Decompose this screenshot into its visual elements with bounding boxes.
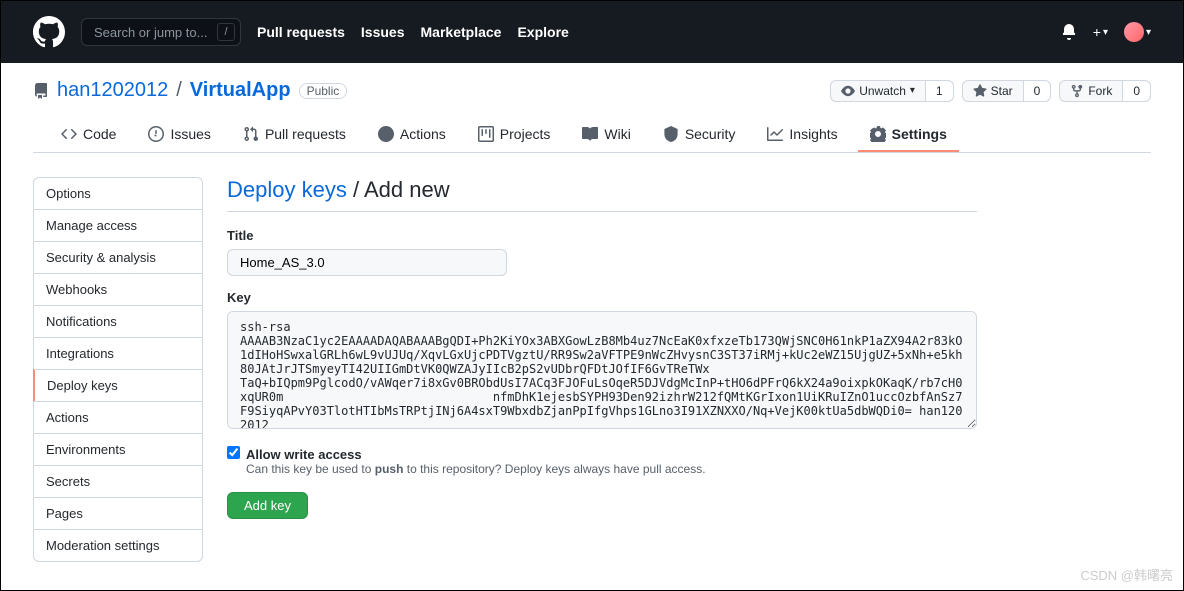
fork-button[interactable]: Fork0	[1059, 80, 1151, 102]
tab-issues[interactable]: Issues	[136, 118, 222, 152]
watermark: CSDN @韩曙亮	[1080, 565, 1173, 584]
repo-owner-link[interactable]: han1202012	[57, 79, 168, 102]
sidebar-item-pages[interactable]: Pages	[33, 497, 203, 529]
github-logo-icon[interactable]	[33, 16, 65, 48]
tab-security[interactable]: Security	[651, 118, 748, 152]
repo-name-link[interactable]: VirtualApp	[190, 79, 291, 102]
repo-icon	[33, 83, 49, 99]
notifications-icon[interactable]	[1061, 24, 1077, 40]
key-textarea[interactable]: ssh-rsa AAAAB3NzaC1yc2EAAAADAQABAAABgQDI…	[227, 311, 977, 429]
tab-pull-requests[interactable]: Pull requests	[231, 118, 358, 152]
settings-sidebar: OptionsManage accessSecurity & analysisW…	[33, 177, 203, 562]
global-header: / Pull requests Issues Marketplace Explo…	[1, 1, 1183, 63]
sidebar-item-options[interactable]: Options	[33, 177, 203, 209]
breadcrumb-parent-link[interactable]: Deploy keys	[227, 177, 347, 202]
sidebar-item-notifications[interactable]: Notifications	[33, 305, 203, 337]
allow-write-note: Can this key be used to push to this rep…	[246, 462, 706, 476]
tab-settings[interactable]: Settings	[858, 118, 959, 152]
sidebar-item-security-analysis[interactable]: Security & analysis	[33, 241, 203, 273]
tab-code[interactable]: Code	[49, 118, 128, 152]
global-nav-links: Pull requests Issues Marketplace Explore	[257, 24, 569, 40]
add-key-button[interactable]: Add key	[227, 492, 308, 519]
slash-key-hint: /	[217, 23, 235, 41]
unwatch-button[interactable]: Unwatch ▾1	[830, 80, 953, 102]
sidebar-item-manage-access[interactable]: Manage access	[33, 209, 203, 241]
sidebar-item-actions[interactable]: Actions	[33, 401, 203, 433]
breadcrumb-separator: /	[176, 79, 182, 102]
nav-pull-requests[interactable]: Pull requests	[257, 24, 345, 40]
allow-write-label: Allow write access	[246, 447, 362, 462]
global-search: /	[81, 18, 241, 46]
tab-wiki[interactable]: Wiki	[570, 118, 642, 152]
nav-issues[interactable]: Issues	[361, 24, 405, 40]
sidebar-item-environments[interactable]: Environments	[33, 433, 203, 465]
sidebar-item-secrets[interactable]: Secrets	[33, 465, 203, 497]
tab-insights[interactable]: Insights	[755, 118, 849, 152]
sidebar-item-deploy-keys[interactable]: Deploy keys	[33, 369, 203, 401]
allow-write-checkbox[interactable]	[227, 446, 240, 459]
title-label: Title	[227, 228, 977, 243]
user-menu-dropdown[interactable]: ▾	[1124, 22, 1151, 42]
avatar	[1124, 22, 1144, 42]
star-button[interactable]: Star0	[962, 80, 1052, 102]
sidebar-item-integrations[interactable]: Integrations	[33, 337, 203, 369]
nav-marketplace[interactable]: Marketplace	[421, 24, 502, 40]
title-input[interactable]	[227, 249, 507, 276]
repo-nav: CodeIssues Pull requestsActionsProjectsWi…	[33, 118, 1151, 153]
sidebar-item-moderation-settings[interactable]: Moderation settings	[33, 529, 203, 562]
visibility-badge: Public	[299, 83, 348, 99]
sidebar-item-webhooks[interactable]: Webhooks	[33, 273, 203, 305]
nav-explore[interactable]: Explore	[517, 24, 568, 40]
page-title: Deploy keys / Add new	[227, 177, 977, 212]
create-new-dropdown[interactable]: +▾	[1093, 24, 1108, 40]
key-label: Key	[227, 290, 977, 305]
tab-projects[interactable]: Projects	[466, 118, 563, 152]
settings-main: Deploy keys / Add new Title Key ssh-rsa …	[227, 177, 977, 562]
repo-header: han1202012 / VirtualApp Public Unwatch ▾…	[1, 63, 1183, 153]
tab-actions[interactable]: Actions	[366, 118, 458, 152]
